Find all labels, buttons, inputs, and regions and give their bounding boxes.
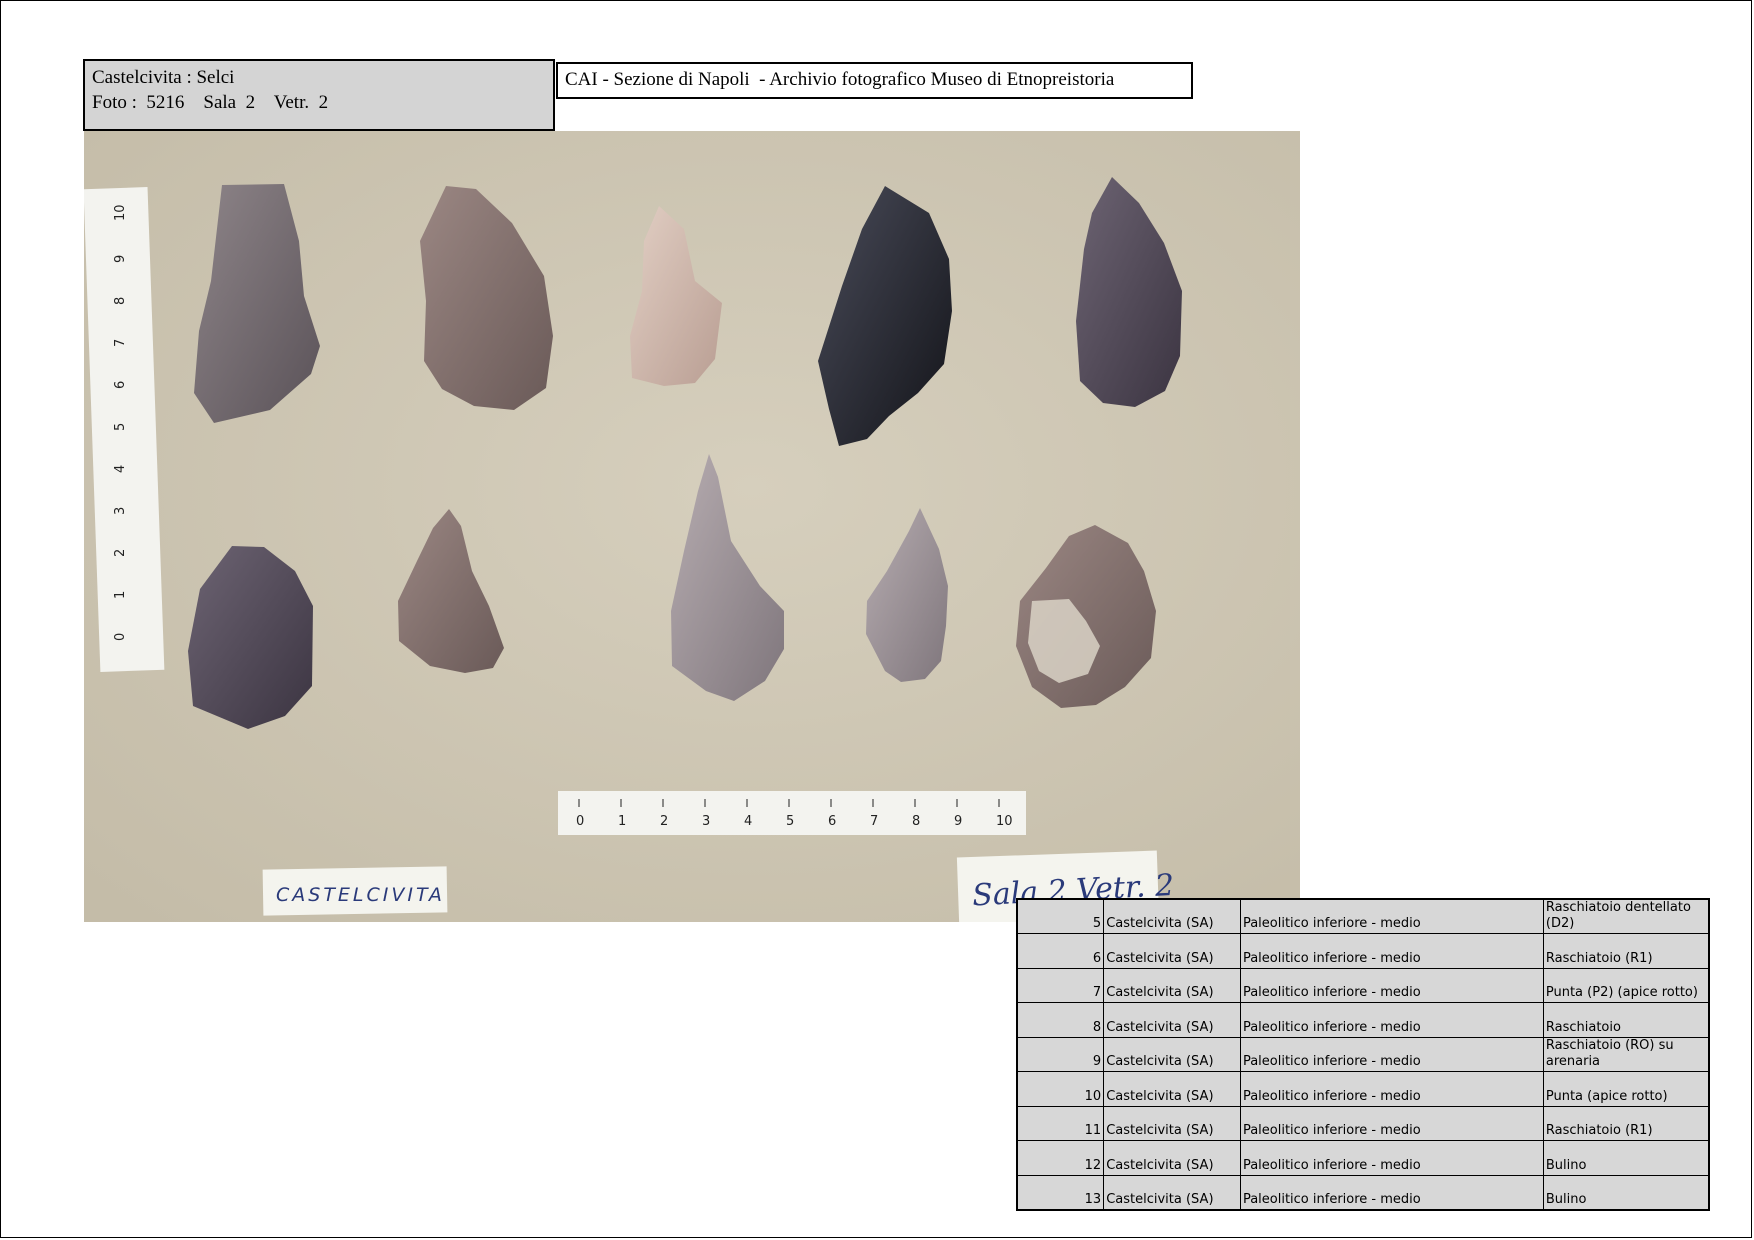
catalog-site: Castelcivita (SA) bbox=[1103, 898, 1241, 934]
table-row: 12 Castelcivita (SA) Paleolitico inferiore… bbox=[1016, 1140, 1710, 1176]
catalog-artifact-type: Raschiatoio dentellato (D2) bbox=[1542, 898, 1710, 934]
ruler-tick-label: 1 bbox=[113, 591, 128, 599]
ruler-tick-label: 6 bbox=[113, 381, 128, 389]
catalog-site: Castelcivita (SA) bbox=[1103, 1036, 1241, 1072]
catalog-site: Castelcivita (SA) bbox=[1103, 1140, 1241, 1176]
ruler-tick-label: 8 bbox=[912, 814, 920, 829]
ruler-tick-label: 3 bbox=[702, 814, 710, 829]
table-row: 7 Castelcivita (SA) Paleolitico inferiore … bbox=[1016, 967, 1710, 1003]
table-row: 10 Castelcivita (SA) Paleolitico inferiore… bbox=[1016, 1071, 1710, 1107]
catalog-period: Paleolitico inferiore - medio bbox=[1239, 1036, 1544, 1072]
catalog-artifact-type: Raschiatoio (R1) bbox=[1542, 1105, 1710, 1141]
catalog-number: 10 bbox=[1016, 1071, 1105, 1107]
table-row: 9 Castelcivita (SA) Paleolitico inferiore … bbox=[1016, 1036, 1710, 1072]
catalog-number: 7 bbox=[1016, 967, 1105, 1003]
table-row: 5 Castelcivita (SA) Paleolitico inferiore … bbox=[1016, 898, 1710, 934]
catalog-number: 12 bbox=[1016, 1140, 1105, 1176]
caption-site-line: Castelcivita : Selci bbox=[92, 67, 235, 88]
catalog-number: 6 bbox=[1016, 933, 1105, 969]
catalog-period: Paleolitico inferiore - medio bbox=[1239, 1002, 1544, 1038]
catalog-artifact-type: Raschiatoio bbox=[1542, 1002, 1710, 1038]
ruler-tick-label: 5 bbox=[113, 423, 128, 431]
label-castelcivita: CASTELCIVITA bbox=[276, 884, 445, 906]
table-row: 8 Castelcivita (SA) Paleolitico inferiore … bbox=[1016, 1002, 1710, 1038]
catalog-site: Castelcivita (SA) bbox=[1103, 1071, 1241, 1107]
catalog-artifact-type: Raschiatoio (R1) bbox=[1542, 933, 1710, 969]
catalog-period: Paleolitico inferiore - medio bbox=[1239, 1071, 1544, 1107]
catalog-artifact-type: Punta (apice rotto) bbox=[1542, 1071, 1710, 1107]
label-card-castelcivita: CASTELCIVITA bbox=[262, 866, 448, 916]
catalog-artifact-type: Raschiatoio (RO) su arenaria bbox=[1542, 1036, 1710, 1072]
catalog-number: 8 bbox=[1016, 1002, 1105, 1038]
catalog-period: Paleolitico inferiore - medio bbox=[1239, 933, 1544, 969]
ruler-tick-label: 6 bbox=[828, 814, 836, 829]
ruler-tick-label: 9 bbox=[113, 255, 128, 263]
catalog-artifact-type: Bulino bbox=[1542, 1174, 1710, 1210]
catalog-artifact-type: Punta (P2) (apice rotto) bbox=[1542, 967, 1710, 1003]
catalog-number: 9 bbox=[1016, 1036, 1105, 1072]
table-row: 13 Castelcivita (SA) Paleolitico inferiore… bbox=[1016, 1174, 1710, 1210]
archive-title: CAI - Sezione di Napoli - Archivio fotog… bbox=[556, 62, 1193, 99]
catalog-period: Paleolitico inferiore - medio bbox=[1239, 967, 1544, 1003]
artifact-photo: 0 1 2 3 4 5 6 7 8 9 10 0 1 2 3 4 5 6 7 8 9 10 CASTELCIVITA S… bbox=[84, 131, 1300, 922]
catalog-period: Paleolitico inferiore - medio bbox=[1239, 898, 1544, 934]
ruler-tick-label: 2 bbox=[660, 814, 668, 829]
ruler-tick-label: 3 bbox=[113, 507, 128, 515]
catalog-artifact-type: Bulino bbox=[1542, 1140, 1710, 1176]
catalog-number: 5 bbox=[1016, 898, 1105, 934]
ruler-tick-label: 1 bbox=[618, 814, 626, 829]
caption-photo-line: Foto : 5216 Sala 2 Vetr. 2 bbox=[92, 92, 329, 113]
catalog-number: 11 bbox=[1016, 1105, 1105, 1141]
catalog-period: Paleolitico inferiore - medio bbox=[1239, 1105, 1544, 1141]
catalog-period: Paleolitico inferiore - medio bbox=[1239, 1174, 1544, 1210]
catalog-site: Castelcivita (SA) bbox=[1103, 1174, 1241, 1210]
catalog-site: Castelcivita (SA) bbox=[1103, 1002, 1241, 1038]
catalog-site: Castelcivita (SA) bbox=[1103, 1105, 1241, 1141]
table-row: 6 Castelcivita (SA) Paleolitico inferiore … bbox=[1016, 933, 1710, 969]
ruler-tick-label: 2 bbox=[113, 549, 128, 557]
catalog-period: Paleolitico inferiore - medio bbox=[1239, 1140, 1544, 1176]
ruler-tick-label: 4 bbox=[113, 465, 128, 473]
ruler-tick-label: 10 bbox=[113, 204, 128, 221]
ruler-tick-label: 7 bbox=[870, 814, 878, 829]
ruler-tick-label: 4 bbox=[744, 814, 752, 829]
photo-caption-box: Castelcivita : Selci Foto : 5216 Sala 2 … bbox=[83, 59, 555, 131]
catalog-site: Castelcivita (SA) bbox=[1103, 933, 1241, 969]
horizontal-ruler: 0 1 2 3 4 5 6 7 8 9 10 bbox=[558, 791, 1026, 835]
ruler-tick-label: 5 bbox=[786, 814, 794, 829]
ruler-tick-label: 10 bbox=[996, 814, 1013, 829]
ruler-tick-label: 7 bbox=[113, 339, 128, 347]
ruler-tick-label: 0 bbox=[113, 633, 128, 641]
catalog-table: 5 Castelcivita (SA) Paleolitico inferiore … bbox=[1016, 898, 1710, 1211]
ruler-tick-label: 9 bbox=[954, 814, 962, 829]
catalog-number: 13 bbox=[1016, 1174, 1105, 1210]
ruler-tick-label: 0 bbox=[576, 814, 584, 829]
ruler-tick-label: 8 bbox=[113, 297, 128, 305]
table-row: 11 Castelcivita (SA) Paleolitico inferiore… bbox=[1016, 1105, 1710, 1141]
catalog-site: Castelcivita (SA) bbox=[1103, 967, 1241, 1003]
